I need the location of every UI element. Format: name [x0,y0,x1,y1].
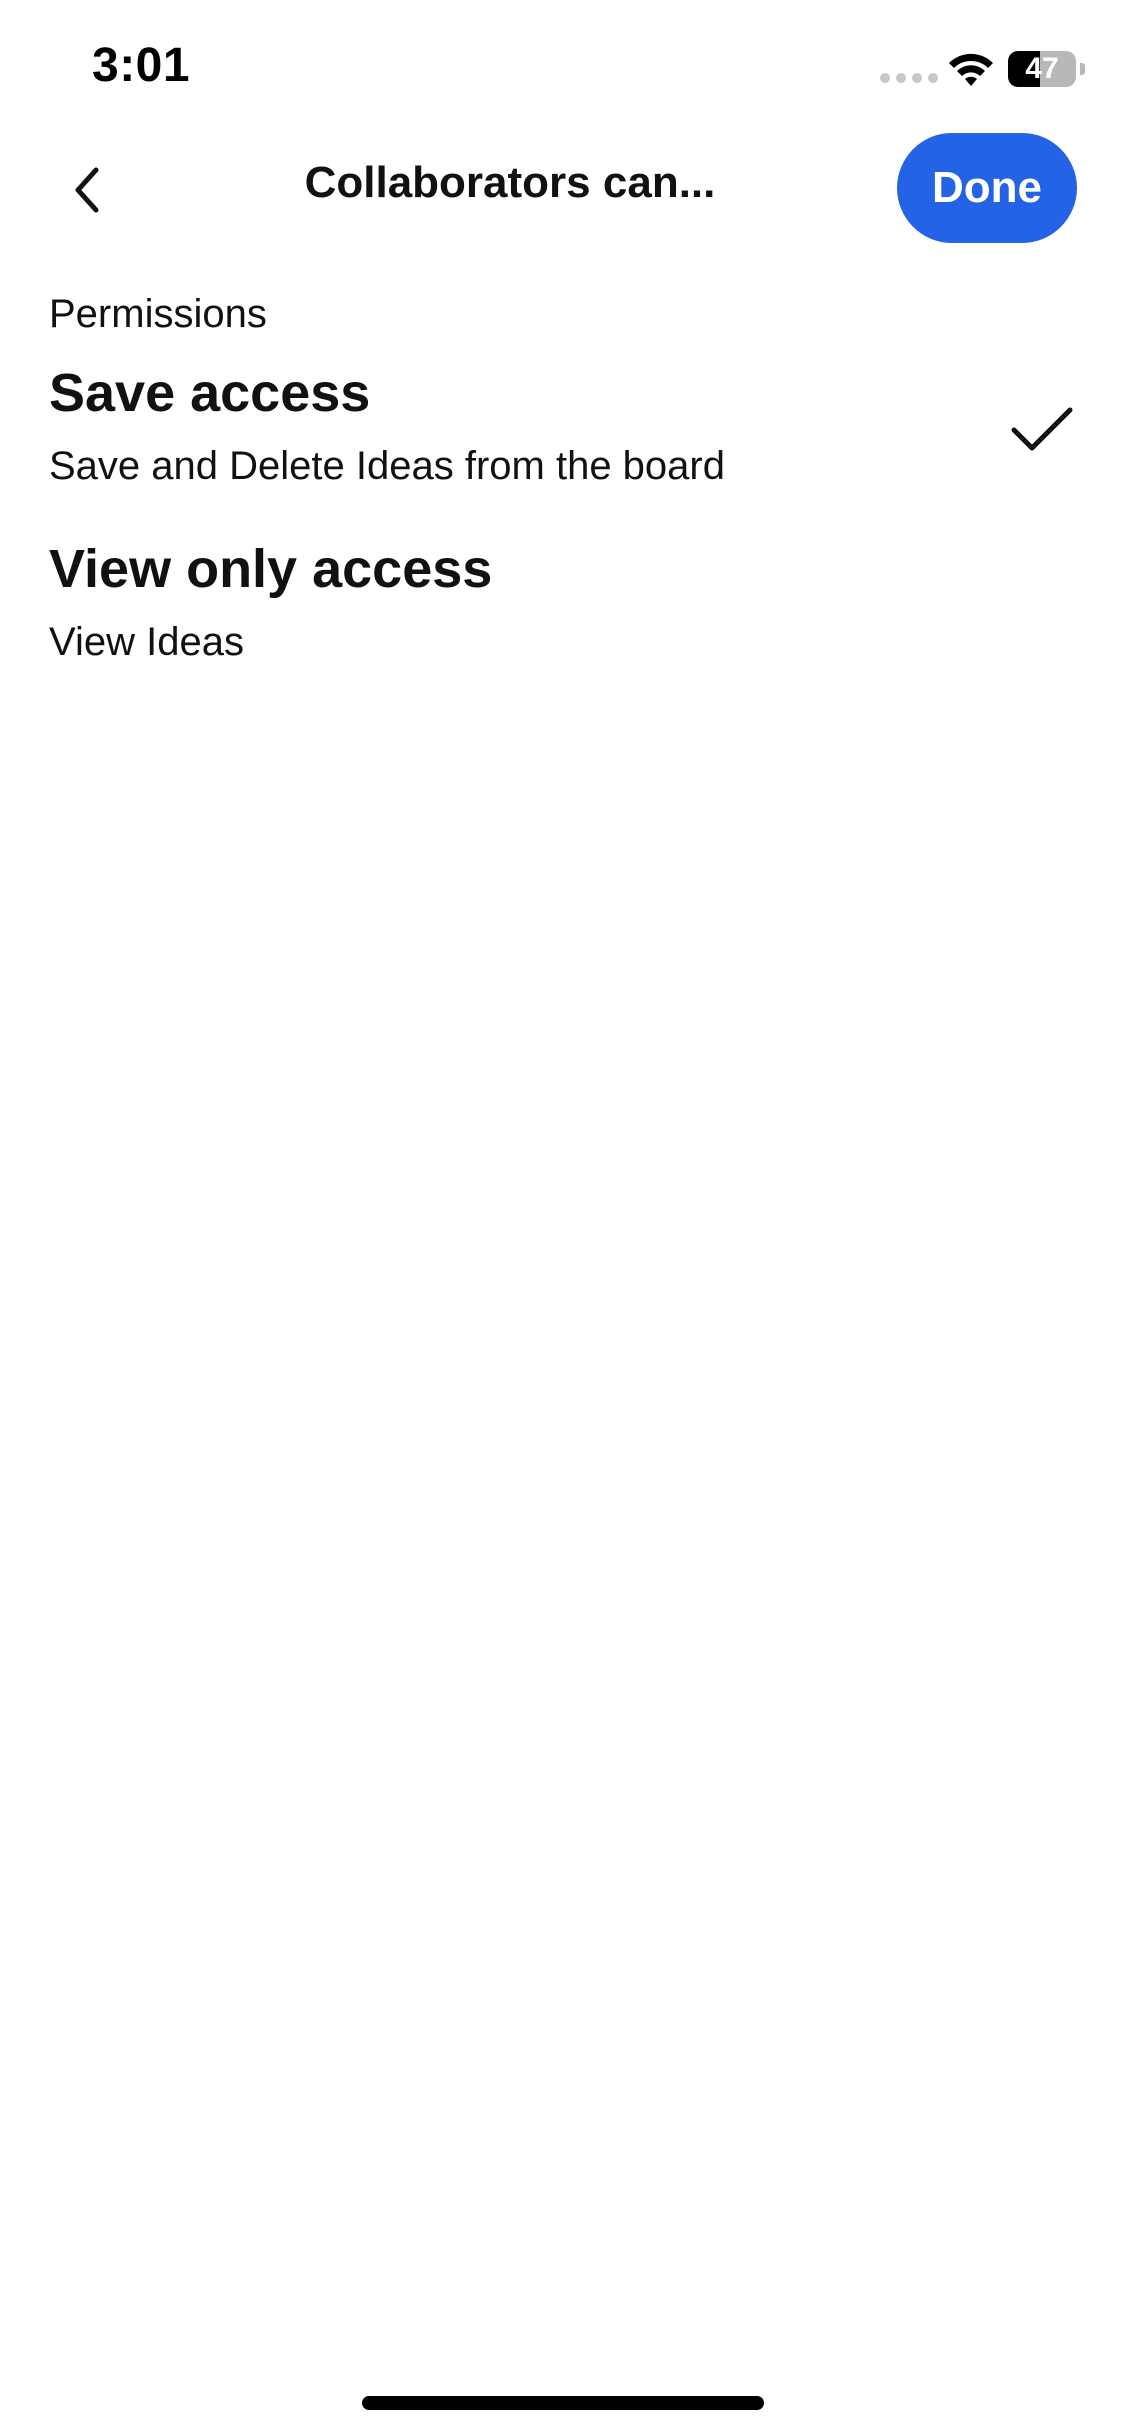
status-bar: 3:01 47 [0,0,1125,140]
nav-bar: Collaborators can... Done [0,130,1125,250]
option-title: Save access [49,363,371,423]
chevron-left-icon [75,167,99,213]
signal-dots-icon [880,73,938,83]
checkmark-icon [1011,407,1073,451]
permissions-section-label: Permissions [49,292,267,336]
back-button[interactable] [50,152,126,228]
status-time: 3:01 [92,39,191,92]
option-description: Save and Delete Ideas from the board [49,444,725,488]
wifi-icon [949,53,993,86]
option-description: View Ideas [49,620,244,664]
option-title: View only access [49,539,493,599]
battery-icon: 47 [1008,51,1085,87]
option-save-access[interactable]: Save access Save and Delete Ideas from t… [0,362,1125,512]
option-view-only-access[interactable]: View only access View Ideas [0,538,1125,688]
page-title: Collaborators can... [304,158,716,207]
done-button[interactable]: Done [897,133,1077,243]
battery-level: 47 [1025,52,1059,85]
home-indicator [362,2396,764,2410]
